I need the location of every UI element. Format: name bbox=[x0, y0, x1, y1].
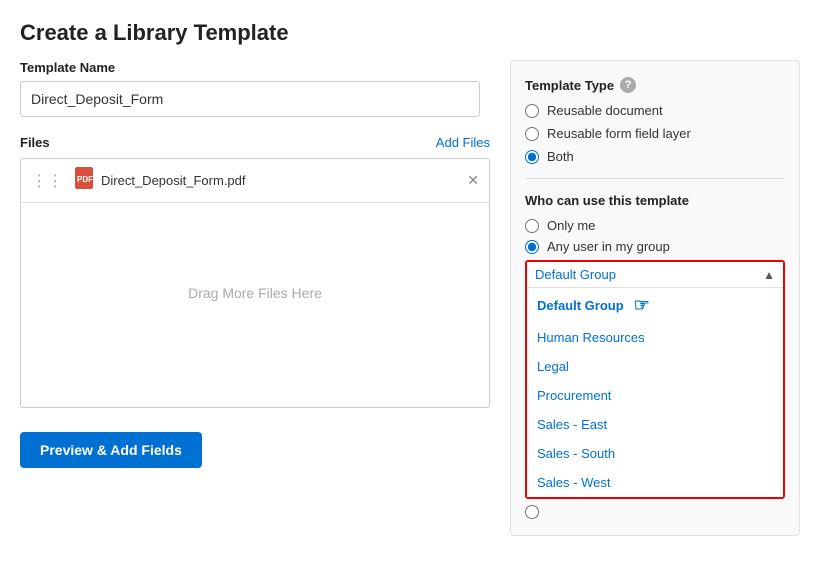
who-use-label-any-user: Any user in my group bbox=[547, 239, 670, 254]
divider bbox=[525, 178, 785, 179]
template-name-label: Template Name bbox=[20, 60, 490, 75]
right-panel: Template Type ? Reusable document Reusab… bbox=[510, 60, 800, 536]
file-row: ⋮⋮ PDF Direct_Deposit_Form.pdf ✕ bbox=[21, 159, 489, 203]
template-type-radio-both[interactable] bbox=[525, 150, 539, 164]
dropdown-item-label: Legal bbox=[537, 359, 569, 374]
group-dropdown-wrapper: Default Group ▲ Default Group ☞ Human Re… bbox=[525, 260, 785, 499]
template-type-option-reusable-doc: Reusable document bbox=[525, 103, 785, 118]
pdf-icon: PDF bbox=[75, 167, 93, 194]
file-name: Direct_Deposit_Form.pdf bbox=[101, 173, 459, 188]
template-type-radio-reusable-doc[interactable] bbox=[525, 104, 539, 118]
panels-wrapper: Template Name Files Add Files ⋮⋮ PDF Dir… bbox=[20, 60, 810, 536]
left-panel: Template Name Files Add Files ⋮⋮ PDF Dir… bbox=[20, 60, 490, 468]
drag-zone: Drag More Files Here bbox=[21, 203, 489, 383]
dropdown-item-legal[interactable]: Legal bbox=[527, 352, 783, 381]
file-remove-button[interactable]: ✕ bbox=[467, 172, 479, 189]
dropdown-item-label: Sales - East bbox=[537, 417, 607, 432]
add-files-link[interactable]: Add Files bbox=[436, 135, 490, 150]
dropdown-arrow-icon: ▲ bbox=[763, 268, 775, 282]
template-type-option-both: Both bbox=[525, 149, 785, 164]
template-type-label-reusable-doc: Reusable document bbox=[547, 103, 663, 118]
svg-text:PDF: PDF bbox=[77, 175, 93, 184]
template-type-label-both: Both bbox=[547, 149, 574, 164]
main-card: Create a Library Template Template Name … bbox=[0, 0, 830, 588]
dropdown-item-sales-east[interactable]: Sales - East bbox=[527, 410, 783, 439]
files-label: Files bbox=[20, 135, 50, 150]
who-use-label-only-me: Only me bbox=[547, 218, 595, 233]
template-type-label-reusable-form: Reusable form field layer bbox=[547, 126, 691, 141]
dropdown-item-default-group[interactable]: Default Group ☞ bbox=[527, 288, 783, 323]
who-use-radio-other[interactable] bbox=[525, 505, 539, 519]
dropdown-item-label: Human Resources bbox=[537, 330, 645, 345]
template-type-radio-reusable-form[interactable] bbox=[525, 127, 539, 141]
drag-zone-text: Drag More Files Here bbox=[188, 285, 322, 301]
dropdown-item-human-resources[interactable]: Human Resources bbox=[527, 323, 783, 352]
who-can-use-label: Who can use this template bbox=[525, 193, 785, 208]
dropdown-item-label: Procurement bbox=[537, 388, 611, 403]
template-type-option-reusable-form: Reusable form field layer bbox=[525, 126, 785, 141]
template-type-section-title: Template Type ? bbox=[525, 77, 785, 93]
dropdown-item-label: Sales - West bbox=[537, 475, 610, 490]
preview-add-fields-button[interactable]: Preview & Add Fields bbox=[20, 432, 202, 468]
who-use-radio-only-me[interactable] bbox=[525, 219, 539, 233]
dropdown-item-sales-south[interactable]: Sales - South bbox=[527, 439, 783, 468]
template-name-input[interactable] bbox=[20, 81, 480, 117]
group-dropdown-list: Default Group ☞ Human Resources Legal Pr… bbox=[527, 288, 783, 497]
page-title: Create a Library Template bbox=[20, 20, 810, 46]
dropdown-item-label: Sales - South bbox=[537, 446, 615, 461]
who-use-option-other bbox=[525, 505, 785, 519]
group-dropdown-selected: Default Group bbox=[535, 267, 616, 282]
who-use-option-only-me: Only me bbox=[525, 218, 785, 233]
help-icon[interactable]: ? bbox=[620, 77, 636, 93]
dropdown-item-procurement[interactable]: Procurement bbox=[527, 381, 783, 410]
group-dropdown-header[interactable]: Default Group ▲ bbox=[527, 262, 783, 288]
dropdown-item-sales-west[interactable]: Sales - West bbox=[527, 468, 783, 497]
dropdown-item-label: Default Group bbox=[537, 298, 624, 313]
files-box: ⋮⋮ PDF Direct_Deposit_Form.pdf ✕ Drag Mo… bbox=[20, 158, 490, 408]
drag-handle-icon[interactable]: ⋮⋮ bbox=[31, 171, 63, 191]
who-use-radio-any-user[interactable] bbox=[525, 240, 539, 254]
template-type-label: Template Type bbox=[525, 78, 614, 93]
who-use-option-any-user: Any user in my group bbox=[525, 239, 785, 254]
cursor-icon: ☞ bbox=[634, 295, 650, 316]
files-header: Files Add Files bbox=[20, 135, 490, 150]
